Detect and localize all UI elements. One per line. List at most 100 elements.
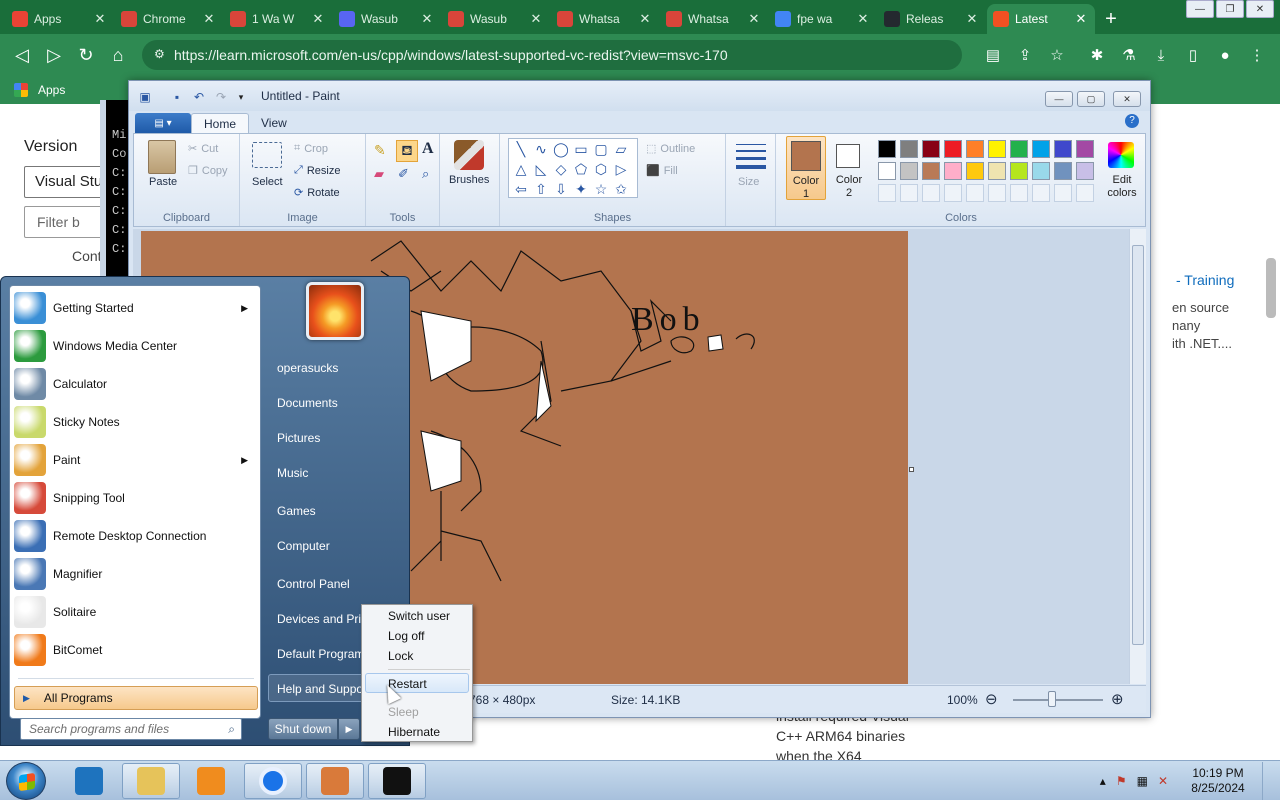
power-option[interactable]: Lock [388,649,413,663]
palette-swatch[interactable] [1032,162,1050,180]
paint-close-button[interactable]: ✕ [1113,91,1141,107]
power-option[interactable]: Switch user [388,609,450,623]
tab-close-icon[interactable]: ✕ [528,11,544,27]
edit-colors-button[interactable]: Edit colors [1100,136,1140,200]
volume-icon[interactable]: ✕ [1158,774,1168,788]
palette-swatch[interactable] [900,140,918,158]
palette-swatch[interactable] [1076,140,1094,158]
site-info-icon[interactable]: ⚙ [154,47,165,61]
zoom-out-icon[interactable]: ⊖ [985,690,998,708]
custom-color-slot[interactable] [1054,184,1072,202]
palette-swatch[interactable] [922,162,940,180]
rotate-button[interactable]: ⟳ Rotate [294,186,340,200]
shape-option-icon[interactable]: ⬡ [592,160,610,178]
maximize-button[interactable]: ❐ [1216,0,1244,18]
color1-button[interactable]: Color 1 [786,136,826,200]
shutdown-options-button[interactable]: ▶ [338,718,360,740]
zoom-in-icon[interactable]: ⊕ [1111,690,1124,708]
custom-color-slot[interactable] [922,184,940,202]
resize-button[interactable]: ⤢ Resize [294,164,340,177]
palette-swatch[interactable] [922,140,940,158]
custom-color-slot[interactable] [1032,184,1050,202]
profile-icon[interactable]: ● [1214,44,1236,66]
shape-option-icon[interactable]: ▢ [592,140,610,158]
menu-icon[interactable]: ⋮ [1246,44,1268,66]
copy-button[interactable]: ❐ Copy [188,164,228,178]
show-hidden-icons[interactable]: ▴ [1100,774,1106,788]
palette-swatch[interactable] [1010,162,1028,180]
start-right-item[interactable]: Documents [277,396,338,410]
fill-bucket-icon[interactable]: ⛾ [396,140,418,162]
shape-option-icon[interactable]: ▷ [612,160,630,178]
shape-option-icon[interactable]: ∿ [532,140,550,158]
action-center-icon[interactable]: ⚑ [1116,774,1127,788]
shape-option-icon[interactable]: ▱ [612,140,630,158]
start-right-item[interactable]: Control Panel [277,577,350,591]
custom-color-slot[interactable] [944,184,962,202]
tab-close-icon[interactable]: ✕ [637,11,653,27]
start-program-item[interactable]: Sticky Notes [14,404,258,440]
select-button[interactable]: Select [252,176,283,188]
tab-close-icon[interactable]: ✕ [92,11,108,27]
shape-option-icon[interactable]: ⇧ [532,180,550,198]
power-option[interactable]: Hibernate [388,725,440,739]
shape-option-icon[interactable]: ⬠ [572,160,590,178]
start-right-item[interactable]: Computer [277,539,330,553]
tab-close-icon[interactable]: ✕ [310,11,326,27]
tab-home[interactable]: Home [191,113,250,133]
canvas-vertical-scrollbar[interactable] [1129,229,1146,684]
back-button[interactable]: ◁ [6,39,38,71]
palette-swatch[interactable] [1054,162,1072,180]
start-right-item[interactable]: Music [277,466,308,480]
start-program-item[interactable]: Calculator [14,366,258,402]
start-program-item[interactable]: Getting Started ▶ [14,290,258,326]
palette-swatch[interactable] [1076,162,1094,180]
palette-swatch[interactable] [900,162,918,180]
shape-option-icon[interactable]: ⇩ [552,180,570,198]
start-right-item[interactable]: Default Program [277,647,364,661]
reload-button[interactable]: ↻ [70,39,102,71]
taskbar-media-player-button[interactable] [182,763,240,799]
taskbar-internet-explorer-button[interactable] [60,763,118,799]
start-program-item[interactable]: Snipping Tool [14,480,258,516]
magnifier-icon[interactable]: ⌕ [422,166,429,182]
browser-tab[interactable]: Wasub ✕ [333,4,441,34]
command-prompt-window[interactable]: Mi Co C: C: C: C: C: [100,100,130,276]
custom-color-slot[interactable] [878,184,896,202]
zoom-slider-thumb[interactable] [1048,691,1056,707]
tab-close-icon[interactable]: ✕ [855,11,871,27]
forward-button[interactable]: ▷ [38,39,70,71]
pencil-icon[interactable]: ✎ [374,142,386,159]
show-desktop-button[interactable] [1262,762,1272,800]
start-right-item[interactable]: operasucks [277,361,338,375]
extensions-icon[interactable]: ✱ [1086,44,1108,66]
redo-icon[interactable]: ↷ [213,89,229,105]
network-icon[interactable]: ▦ [1137,774,1148,788]
start-program-item[interactable]: Remote Desktop Connection [14,518,258,554]
all-programs-button[interactable]: ▶ All Programs [14,686,258,710]
close-button[interactable]: ✕ [1246,0,1274,18]
browser-tab[interactable]: Chrome ✕ [115,4,223,34]
paint-minimize-button[interactable]: — [1045,91,1073,107]
browser-tab[interactable]: Wasub ✕ [442,4,550,34]
shape-option-icon[interactable]: ╲ [512,140,530,158]
start-right-item[interactable]: Games [277,504,316,518]
paste-button[interactable]: Paste [149,176,177,188]
palette-swatch[interactable] [878,162,896,180]
eraser-icon[interactable]: ▰ [374,166,384,182]
new-tab-button[interactable]: + [1096,4,1126,34]
fill-button[interactable]: ⬛ Fill [646,164,678,178]
shape-option-icon[interactable]: ◺ [532,160,550,178]
paint-maximize-button[interactable]: ▢ [1077,91,1105,107]
shape-option-icon[interactable]: △ [512,160,530,178]
tab-close-icon[interactable]: ✕ [419,11,435,27]
page-scrollbar-thumb[interactable] [1266,258,1276,318]
crop-button[interactable]: ⌗ Crop [294,142,328,155]
canvas-resize-handle[interactable] [909,467,914,472]
reader-mode-icon[interactable]: ▤ [982,44,1004,66]
browser-tab[interactable]: fpe wa ✕ [769,4,877,34]
palette-swatch[interactable] [1032,140,1050,158]
start-right-item[interactable]: Devices and Prin [277,612,368,626]
shape-option-icon[interactable]: ✩ [612,180,630,198]
shape-option-icon[interactable]: ◇ [552,160,570,178]
